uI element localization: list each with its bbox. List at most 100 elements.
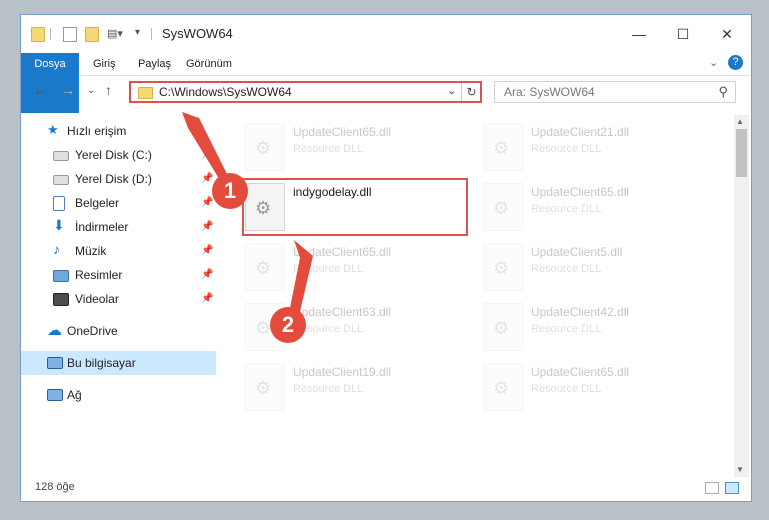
file-highlight-box [242,178,468,236]
minimize-icon: — [632,26,646,42]
file-item[interactable]: ⚙ UpdateClient65.dll Resource DLL [479,361,709,421]
ribbon-tabs: Dosya Giriş Paylaş Görünüm ⌄ ? [21,53,751,113]
file-name: UpdateClient42.dll [531,305,630,319]
vertical-scrollbar[interactable]: ▲ ▼ [734,115,749,477]
maximize-button[interactable]: ☐ [661,19,705,49]
file-type: Resource DLL [531,263,602,275]
quick-access-dropdown-icon[interactable]: ▾ [135,27,147,40]
up-button[interactable]: ↑ [105,82,112,98]
step-marker-1: 1 [212,173,248,209]
pin-icon[interactable]: 📌 [201,221,213,232]
pictures-icon [53,270,69,282]
sidebar-item-label: Ağ [67,388,82,402]
sidebar-item-quick-access[interactable]: ★ Hızlı erişim [21,119,216,143]
file-type: Resource DLL [293,383,364,395]
sidebar-item-label: İndirmeler [75,220,129,234]
search-icon: ⚲ [718,84,728,99]
large-icons-view-icon[interactable] [725,482,739,494]
customize-toolbar-icon[interactable]: ▤▾ [107,27,123,40]
navigation-pane: ★ Hızlı erişim Yerel Disk (C:) 📌 Yerel D… [21,115,216,475]
file-name: UpdateClient19.dll [293,365,392,379]
help-icon[interactable]: ? [728,55,743,70]
search-box[interactable]: Ara: SysWOW64 ⚲ [494,81,736,103]
sidebar-item-downloads[interactable]: ⬇ İndirmeler 📌 [21,215,216,239]
sidebar-item-label: OneDrive [67,324,118,338]
address-bar[interactable]: C:\Windows\SysWOW64 ⌄ ↻ [129,81,482,103]
search-placeholder: Ara: SysWOW64 [504,85,595,99]
new-folder-icon[interactable] [85,27,99,42]
minimize-button[interactable]: — [617,19,661,49]
file-item[interactable]: ⚙ UpdateClient42.dll Resource DLL [479,301,709,361]
sidebar-item-this-pc[interactable]: Bu bilgisayar [21,351,216,375]
scroll-up-icon[interactable]: ▲ [736,117,744,126]
details-view-icon[interactable] [705,482,719,494]
pin-icon[interactable]: 📌 [201,269,213,280]
file-name: UpdateClient21.dll [531,125,630,139]
pin-icon[interactable]: 📌 [201,149,213,160]
file-item[interactable]: ⚙ UpdateClient65.dll Resource DLL [241,241,471,301]
close-button[interactable]: ✕ [705,19,749,49]
drive-icon [53,175,69,185]
sidebar-item-videos[interactable]: Videolar 📌 [21,287,216,311]
sidebar-item-disk-c[interactable]: Yerel Disk (C:) 📌 [21,143,216,167]
folder-icon [138,87,153,99]
sidebar-item-pictures[interactable]: Resimler 📌 [21,263,216,287]
dll-file-icon: ⚙ [483,303,523,351]
dll-file-icon: ⚙ [245,123,285,171]
recent-locations-icon[interactable]: ⌄ [87,85,95,96]
ribbon-expand-icon[interactable]: ⌄ [709,56,718,69]
folder-icon [31,27,45,42]
dll-file-icon: ⚙ [483,243,523,291]
videos-icon [53,293,69,306]
dll-file-icon: ⚙ [483,123,523,171]
pin-icon[interactable]: 📌 [201,293,213,304]
file-item[interactable]: ⚙ UpdateClient19.dll Resource DLL [241,361,471,421]
file-name: UpdateClient5.dll [531,245,623,259]
window-title: SysWOW64 [162,26,233,41]
back-button[interactable]: ← [33,82,47,98]
forward-button[interactable]: → [61,82,75,98]
sidebar-item-documents[interactable]: Belgeler 📌 [21,191,216,215]
status-bar: 128 öğe [21,477,751,501]
sidebar-item-disk-d[interactable]: Yerel Disk (D:) 📌 [21,167,216,191]
file-list: ⚙ UpdateClient65.dll Resource DLL ⚙ Upda… [217,115,732,475]
sidebar-item-onedrive[interactable]: ☁ OneDrive [21,319,216,343]
properties-icon[interactable] [63,27,77,42]
item-count: 128 öğe [35,481,75,493]
documents-icon [53,196,65,211]
navigation-bar: ← → ⌄ ↑ C:\Windows\SysWOW64 ⌄ ↻ Ara: Sys… [21,76,751,108]
tab-share[interactable]: Paylaş [138,53,171,75]
sidebar-item-network[interactable]: Ağ [21,383,216,407]
tab-view[interactable]: Görünüm [186,53,232,75]
scroll-down-icon[interactable]: ▼ [736,465,744,474]
tab-home[interactable]: Giriş [93,53,116,75]
file-type: Resource DLL [531,383,602,395]
file-item[interactable]: ⚙ UpdateClient65.dll Resource DLL [241,121,471,181]
maximize-icon: ☐ [676,26,690,42]
file-type: Resource DLL [293,263,364,275]
pin-icon[interactable]: 📌 [201,173,213,184]
sidebar-item-music[interactable]: ♪ Müzik 📌 [21,239,216,263]
close-icon: ✕ [721,26,733,42]
file-item[interactable]: ⚙ UpdateClient65.dll Resource DLL [479,181,709,241]
computer-icon [47,357,63,369]
file-name: UpdateClient65.dll [531,185,630,199]
refresh-button[interactable]: ↻ [461,83,481,101]
file-item[interactable]: ⚙ UpdateClient21.dll Resource DLL [479,121,709,181]
pin-icon[interactable]: 📌 [201,245,213,256]
separator [50,28,51,40]
address-dropdown-icon[interactable]: ⌄ [447,84,456,97]
drive-icon [53,151,69,161]
file-type: Resource DLL [531,323,602,335]
file-name: UpdateClient63.dll [293,305,392,319]
explorer-window: ▤▾ ▾ SysWOW64 — ☐ ✕ Dosya Giriş Paylaş G… [20,14,752,502]
separator [151,28,152,40]
dll-file-icon: ⚙ [245,363,285,411]
scroll-thumb[interactable] [736,129,747,177]
sidebar-item-label: Hızlı erişim [67,124,127,138]
pin-icon[interactable]: 📌 [201,197,213,208]
dll-file-icon: ⚙ [483,183,523,231]
address-path: C:\Windows\SysWOW64 [159,85,292,99]
sidebar-item-label: Belgeler [75,196,120,210]
file-item[interactable]: ⚙ UpdateClient5.dll Resource DLL [479,241,709,301]
